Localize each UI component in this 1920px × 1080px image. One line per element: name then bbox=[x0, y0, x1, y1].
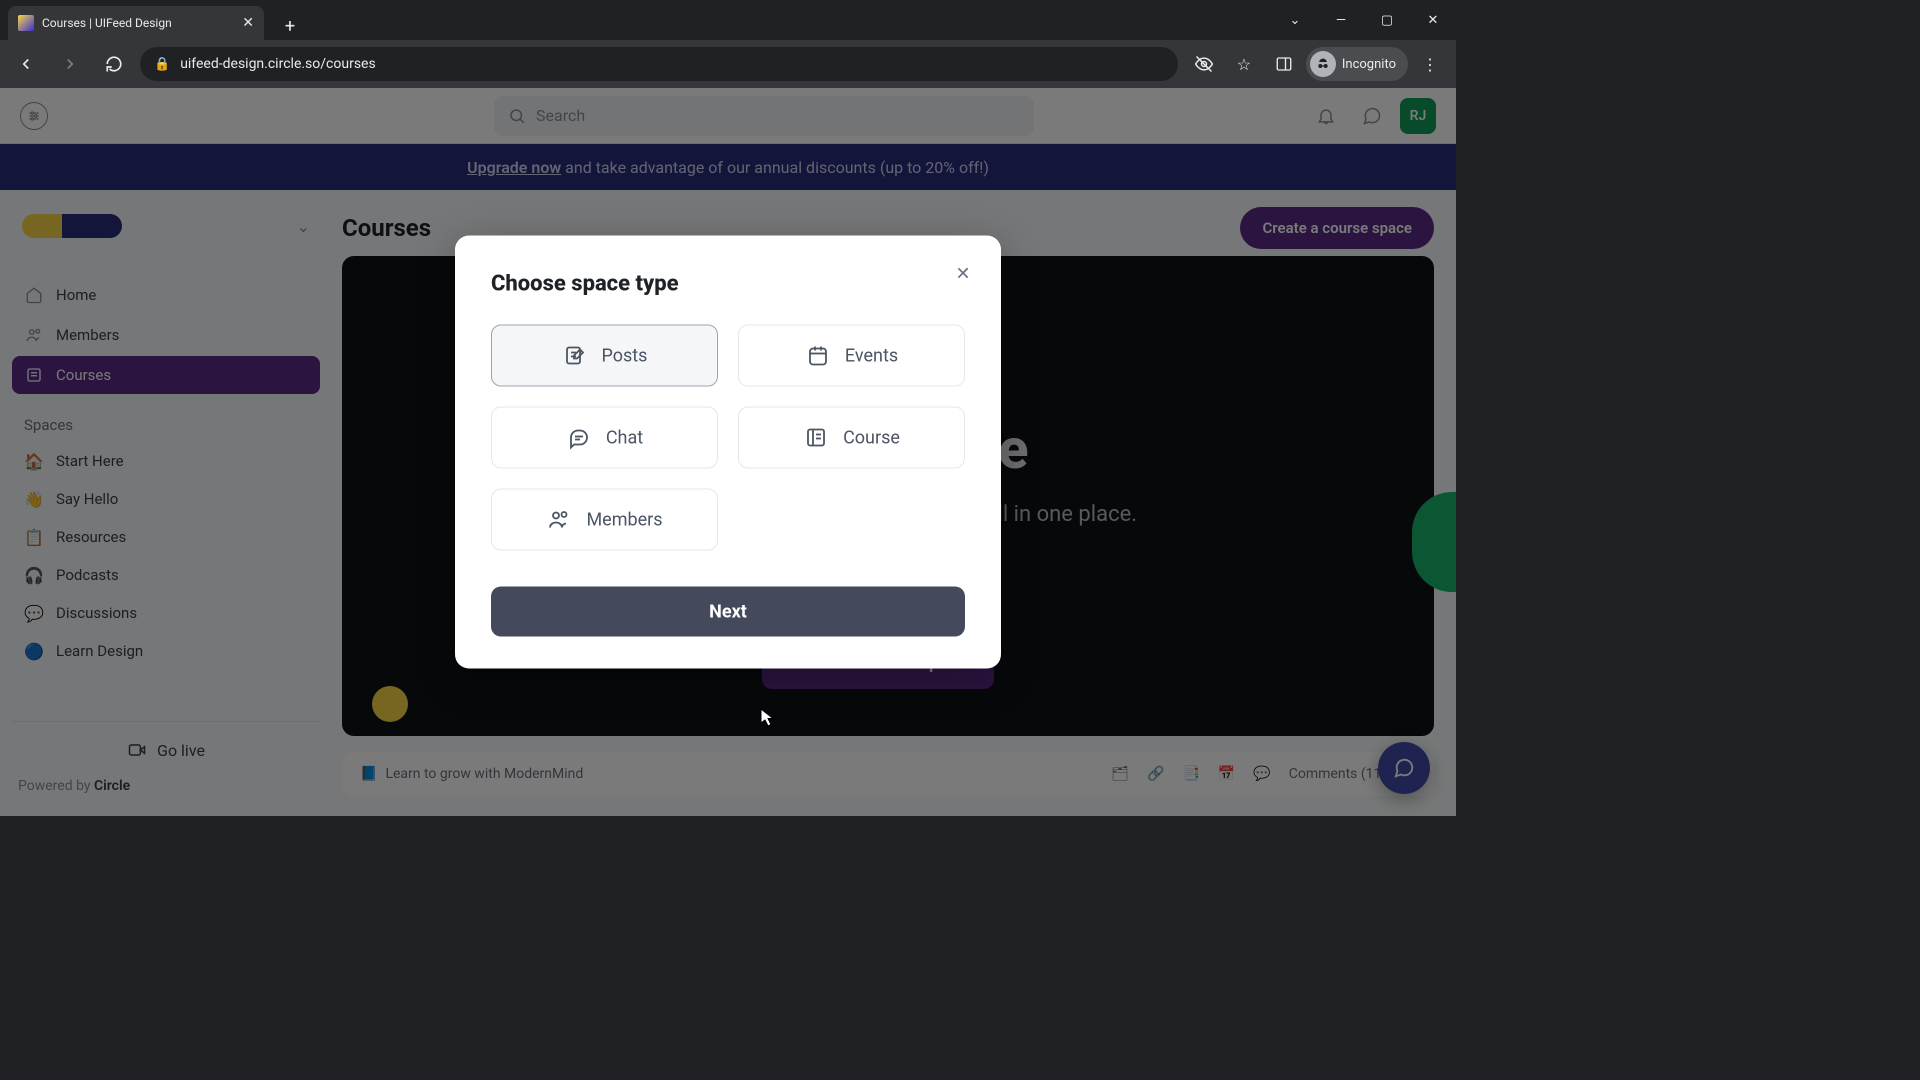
close-window-icon[interactable]: ✕ bbox=[1410, 0, 1456, 40]
tab-favicon bbox=[18, 15, 34, 31]
window-controls: ⌄ — ▢ ✕ bbox=[1272, 0, 1456, 40]
type-label: Members bbox=[586, 509, 662, 530]
minimize-icon[interactable]: — bbox=[1318, 0, 1364, 40]
tab-search-icon[interactable]: ⌄ bbox=[1272, 0, 1318, 40]
space-type-posts[interactable]: Posts bbox=[491, 325, 718, 387]
back-button[interactable] bbox=[8, 46, 44, 82]
browser-tab-strip: Courses | UIFeed Design ✕ + ⌄ — ▢ ✕ bbox=[0, 0, 1456, 40]
events-icon bbox=[805, 343, 831, 369]
course-icon bbox=[803, 425, 829, 451]
type-label: Chat bbox=[606, 427, 643, 448]
choose-space-type-modal: Choose space type ✕ Posts Events Chat Co… bbox=[455, 236, 1001, 669]
type-label: Posts bbox=[602, 345, 648, 366]
members-icon bbox=[546, 507, 572, 533]
address-bar[interactable]: 🔒 uifeed-design.circle.so/courses bbox=[140, 47, 1178, 81]
browser-menu-icon[interactable]: ⋮ bbox=[1412, 46, 1448, 82]
url-text: uifeed-design.circle.so/courses bbox=[180, 56, 376, 72]
close-tab-icon[interactable]: ✕ bbox=[242, 15, 254, 31]
chat-icon bbox=[566, 425, 592, 451]
bookmark-icon[interactable]: ☆ bbox=[1226, 46, 1262, 82]
browser-toolbar: 🔒 uifeed-design.circle.so/courses ☆ Inco… bbox=[0, 40, 1456, 88]
reload-button[interactable] bbox=[96, 46, 132, 82]
type-label: Course bbox=[843, 427, 900, 448]
incognito-indicator[interactable]: Incognito bbox=[1306, 47, 1408, 81]
lock-icon: 🔒 bbox=[154, 57, 170, 72]
space-type-course[interactable]: Course bbox=[738, 407, 965, 469]
new-tab-button[interactable]: + bbox=[276, 12, 304, 40]
tracking-icon[interactable] bbox=[1186, 46, 1222, 82]
type-label: Events bbox=[845, 345, 898, 366]
next-button[interactable]: Next bbox=[491, 587, 965, 637]
space-type-chat[interactable]: Chat bbox=[491, 407, 718, 469]
posts-icon bbox=[562, 343, 588, 369]
incognito-icon bbox=[1310, 51, 1336, 77]
browser-tab[interactable]: Courses | UIFeed Design ✕ bbox=[8, 6, 264, 40]
tab-title: Courses | UIFeed Design bbox=[42, 16, 234, 30]
space-type-members[interactable]: Members bbox=[491, 489, 718, 551]
maximize-icon[interactable]: ▢ bbox=[1364, 0, 1410, 40]
forward-button[interactable] bbox=[52, 46, 88, 82]
space-type-events[interactable]: Events bbox=[738, 325, 965, 387]
app-viewport: Search RJ Upgrade now and take advantage… bbox=[0, 88, 1456, 816]
close-modal-button[interactable]: ✕ bbox=[947, 258, 979, 290]
side-panel-icon[interactable] bbox=[1266, 46, 1302, 82]
modal-title: Choose space type bbox=[491, 272, 965, 297]
incognito-label: Incognito bbox=[1342, 57, 1396, 72]
